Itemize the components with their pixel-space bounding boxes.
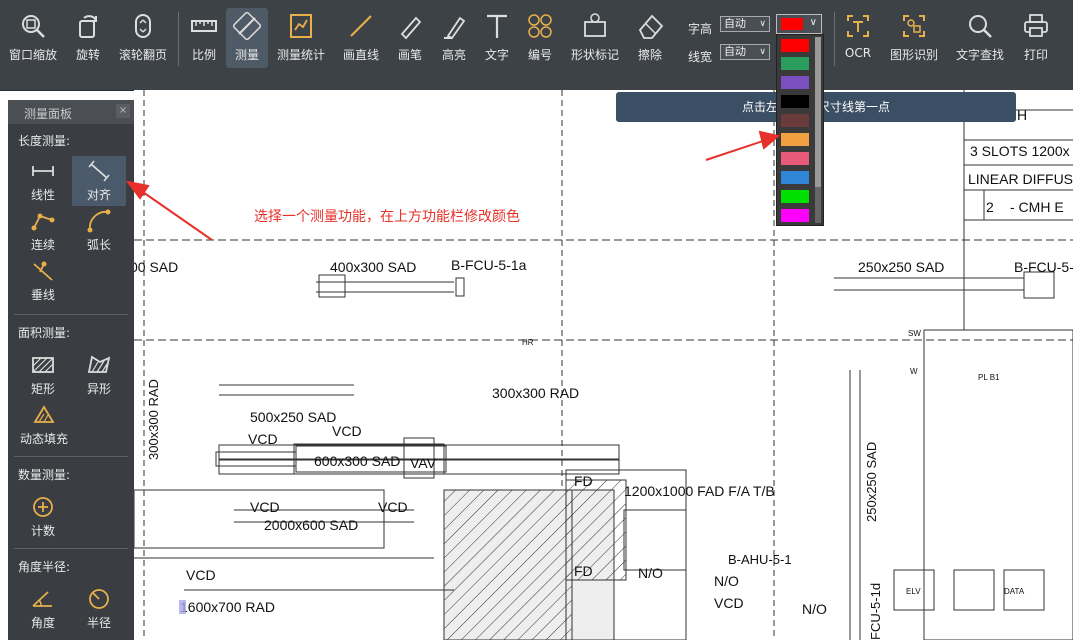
annotation-arrows (125, 130, 781, 241)
